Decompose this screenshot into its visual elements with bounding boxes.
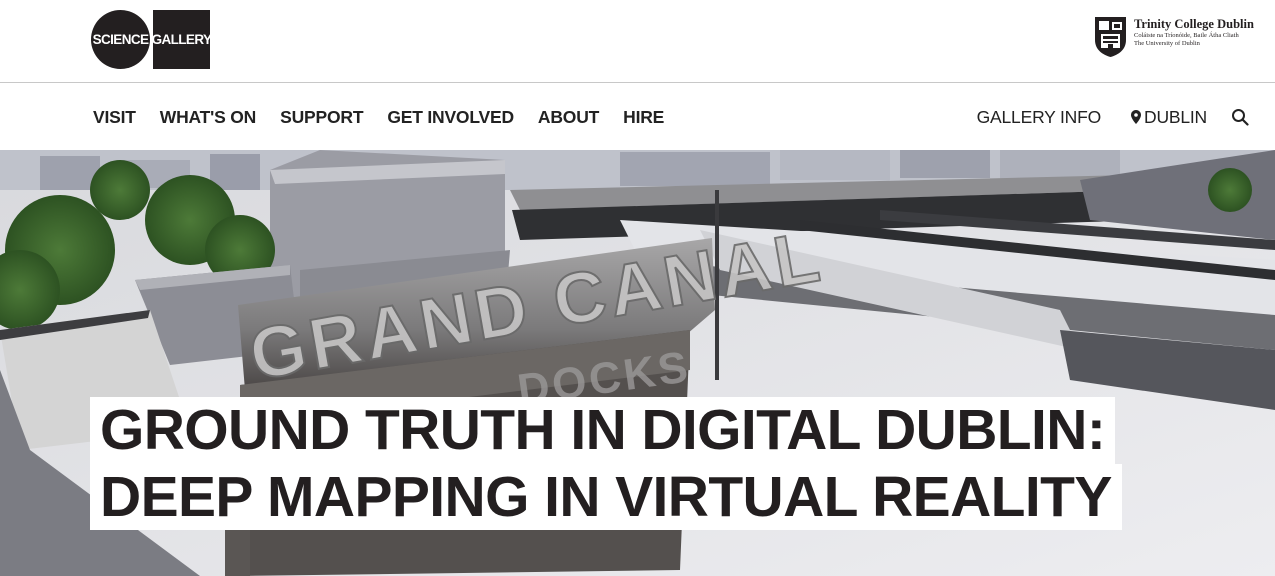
science-gallery-logo[interactable]: SCIENCE GALLERY <box>91 10 212 69</box>
location-label: DUBLIN <box>1144 106 1207 127</box>
secondary-nav: GALLERY INFO DUBLIN <box>977 84 1249 150</box>
gallery-info-link[interactable]: GALLERY INFO <box>977 107 1102 128</box>
logo-square: GALLERY <box>152 10 212 69</box>
hero-title-line-2: DEEP MAPPING IN VIRTUAL REALITY <box>90 464 1122 530</box>
nav-item-support[interactable]: SUPPORT <box>280 107 363 128</box>
hero-title: GROUND TRUTH IN DIGITAL DUBLIN: DEEP MAP… <box>90 397 1122 530</box>
search-icon[interactable] <box>1231 108 1249 126</box>
main-navigation: VISIT WHAT'S ON SUPPORT GET INVOLVED ABO… <box>0 84 1275 150</box>
nav-item-about[interactable]: ABOUT <box>538 107 599 128</box>
tcd-irish-name: Coláiste na Tríonóide, Baile Átha Cliath <box>1134 31 1239 39</box>
nav-item-get-involved[interactable]: GET INVOLVED <box>387 107 514 128</box>
hero-banner: GRAND CANAL DOCKS GROUND TRUTH IN DIGITA… <box>0 150 1275 576</box>
primary-nav: VISIT WHAT'S ON SUPPORT GET INVOLVED ABO… <box>93 84 688 150</box>
hero-title-line-1: GROUND TRUTH IN DIGITAL DUBLIN: <box>90 397 1116 464</box>
location-selector[interactable]: DUBLIN <box>1131 107 1207 128</box>
trinity-crest-icon <box>1095 17 1126 57</box>
site-header: SCIENCE GALLERY Trinity College Dublin C… <box>0 0 1275 83</box>
tcd-name: Trinity College Dublin <box>1134 17 1254 31</box>
logo-circle: SCIENCE <box>91 10 150 69</box>
nav-item-whats-on[interactable]: WHAT'S ON <box>160 107 257 128</box>
nav-item-visit[interactable]: VISIT <box>93 107 136 128</box>
map-pin-icon <box>1131 110 1142 124</box>
nav-item-hire[interactable]: HIRE <box>623 107 664 128</box>
tcd-university: The University of Dublin <box>1134 40 1200 47</box>
trinity-college-logo[interactable]: Trinity College Dublin Coláiste na Tríon… <box>1094 16 1254 58</box>
